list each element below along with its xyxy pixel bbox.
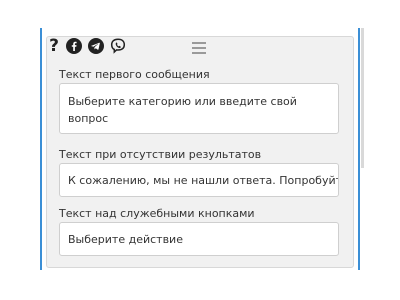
no-results-input[interactable]: К сожалению, мы не нашли ответа. Попробу… — [59, 163, 339, 197]
first-message-input[interactable]: Выберите категорию или введите свой вопр… — [59, 83, 339, 134]
service-buttons-label: Текст над служебными кнопками — [59, 207, 255, 220]
facebook-icon[interactable] — [66, 38, 82, 54]
messenger-toolbar: ? — [48, 36, 126, 56]
selection-border-left — [40, 28, 42, 270]
no-results-label: Текст при отсутствии результатов — [59, 148, 262, 161]
drag-handle-icon[interactable] — [191, 42, 207, 56]
widget-settings-editor: ? Текст первого сообщения Выберите катег… — [0, 0, 400, 300]
service-buttons-input[interactable]: Выберите действие — [59, 222, 339, 256]
telegram-icon[interactable] — [88, 38, 104, 54]
selection-border-right — [358, 28, 360, 270]
first-message-label: Текст первого сообщения — [59, 68, 210, 81]
viber-icon[interactable] — [110, 38, 126, 54]
scrollbar[interactable] — [361, 28, 364, 168]
help-icon[interactable]: ? — [48, 36, 60, 56]
